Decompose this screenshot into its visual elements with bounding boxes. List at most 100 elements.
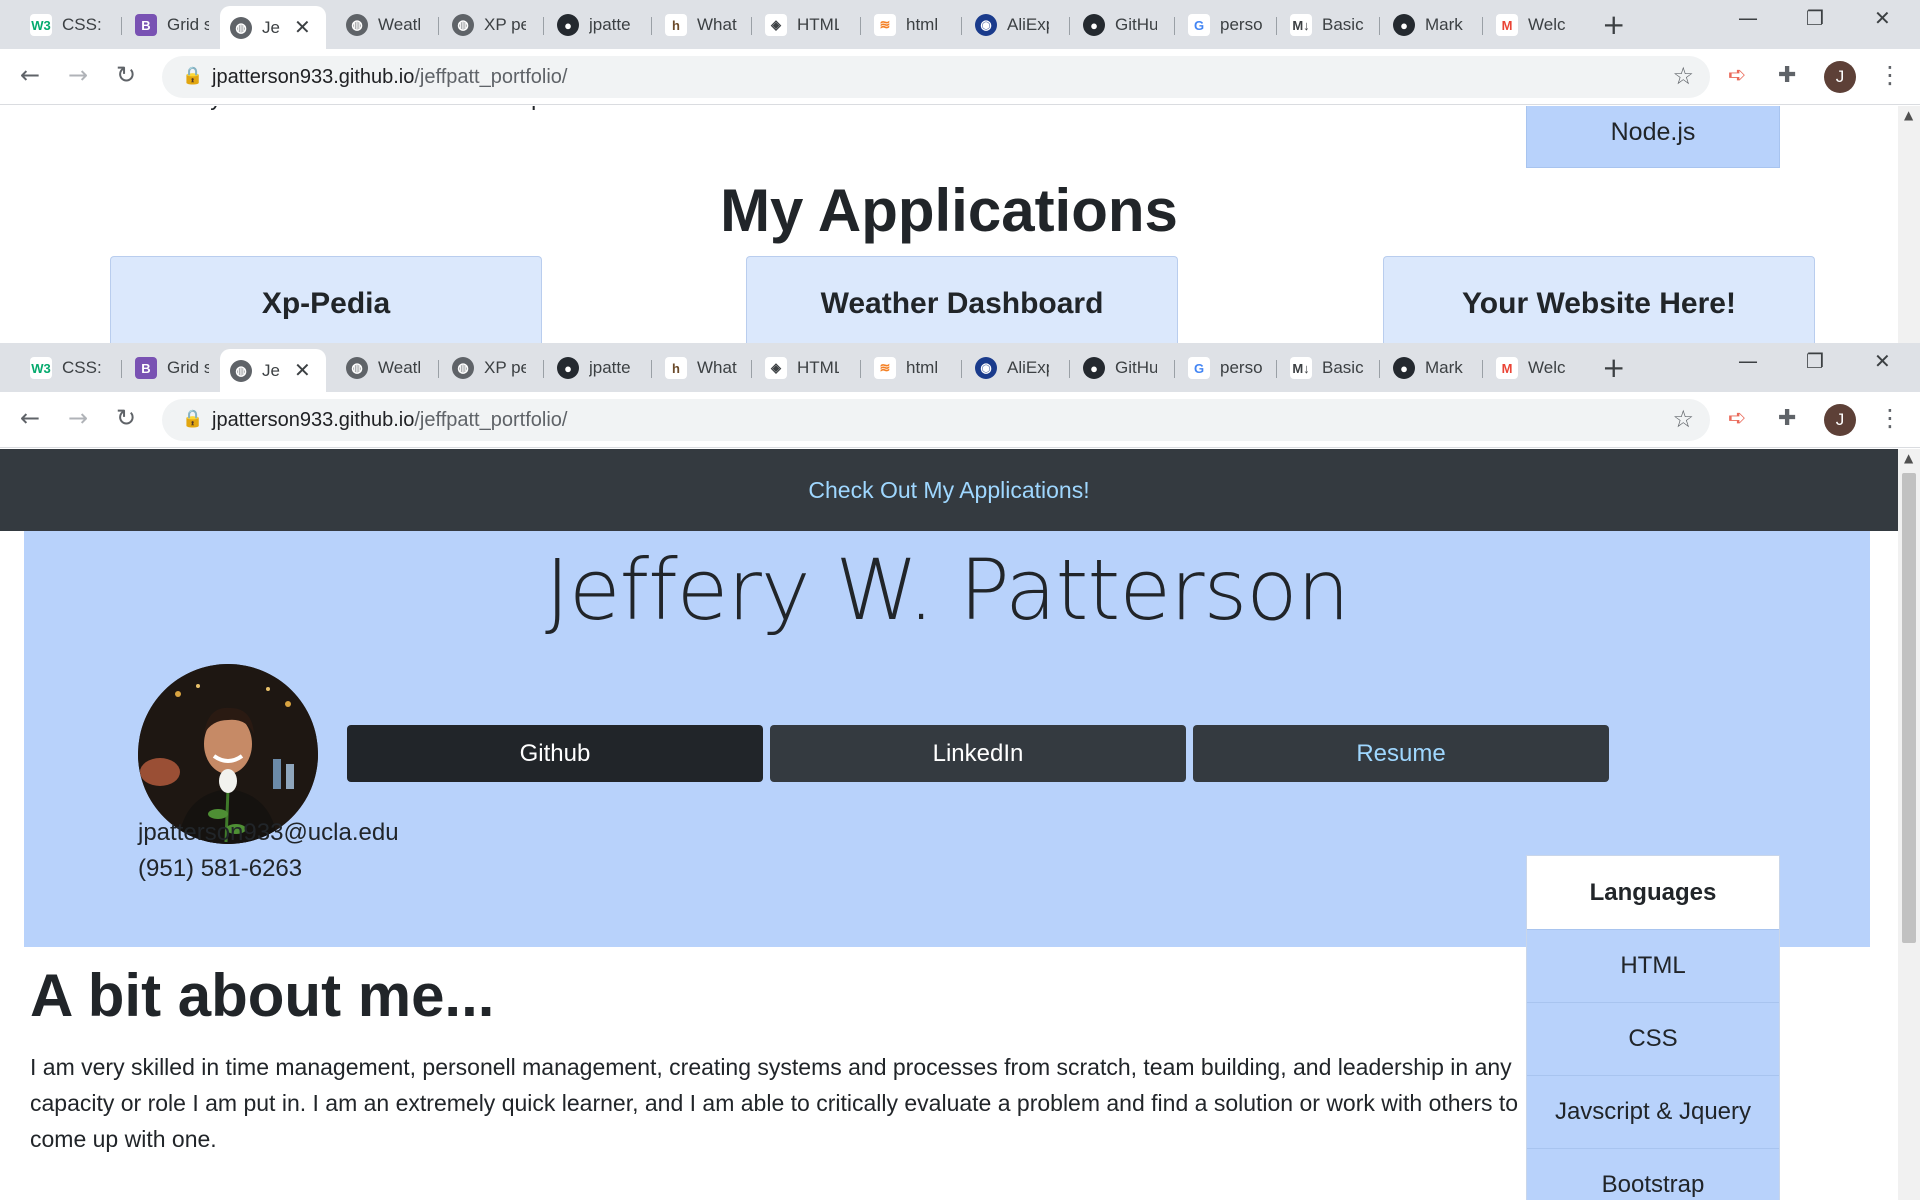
browser-tab[interactable]: ● Mark [1383, 351, 1467, 385]
tab-title: Mark [1425, 15, 1463, 34]
minimize-window-icon[interactable]: — [1738, 6, 1758, 30]
browser-tab[interactable]: ◍ XP pe [442, 8, 526, 42]
browser-tab[interactable]: ◉ AliExp [965, 351, 1049, 385]
browser-tab[interactable]: M Welc [1486, 8, 1570, 42]
new-tab-button[interactable]: + [1602, 8, 1625, 41]
tab-title: Mark [1425, 358, 1463, 377]
scrollbar-thumb[interactable] [1902, 473, 1916, 943]
browser-toolbar: ← → ↻ 🔒 jpatterson933.github.io/jeffpatt… [0, 392, 1920, 448]
browser-tab[interactable]: ◍ Weatl [336, 351, 420, 385]
tab-title: perso [1220, 358, 1262, 377]
scroll-up-arrow-icon[interactable]: ▲ [1904, 451, 1913, 465]
back-button-icon[interactable]: ← [20, 61, 40, 89]
app-card-title: Your Website Here! [1462, 287, 1736, 320]
address-bar[interactable]: 🔒 jpatterson933.github.io/jeffpatt_portf… [162, 399, 1710, 441]
bookmark-star-icon[interactable]: ☆ [1672, 62, 1694, 90]
tab-separator [1174, 360, 1175, 378]
extension-cast-icon[interactable]: ➪ [1728, 406, 1746, 431]
browser-tab[interactable]: W3 CSS: c [20, 8, 104, 42]
browser-tab[interactable]: ≋ html [864, 351, 948, 385]
address-bar[interactable]: 🔒 jpatterson933.github.io/jeffpatt_portf… [162, 56, 1710, 98]
restore-window-icon[interactable]: ❐ [1806, 6, 1824, 30]
app-card-title: Weather Dashboard [820, 287, 1104, 320]
language-item: Bootstrap [1527, 1148, 1779, 1200]
browser-tab[interactable]: ◍ XP pe [442, 351, 526, 385]
tab-title: What [697, 15, 737, 34]
forward-button-icon[interactable]: → [68, 61, 88, 89]
tab-separator [961, 17, 962, 35]
browser-tab[interactable]: B Grid s [125, 351, 209, 385]
tab-title: jpatte [589, 358, 631, 377]
browser-tab[interactable]: M Welc [1486, 351, 1570, 385]
github-button[interactable]: Github [347, 725, 763, 782]
browser-tab[interactable]: ◍ Je ✕ [220, 349, 326, 392]
browser-tab[interactable]: ● GitHu [1073, 8, 1157, 42]
page-scrollbar[interactable]: ▲ [1898, 449, 1920, 1200]
browser-tab[interactable]: ● jpatte [547, 8, 631, 42]
browser-tab[interactable]: M↓ Basic [1280, 8, 1364, 42]
applications-nav-link[interactable]: Check Out My Applications! [808, 477, 1089, 504]
extensions-puzzle-icon[interactable]: ✚ [1778, 406, 1796, 431]
app-card-xp-pedia[interactable]: Xp-Pedia [110, 256, 542, 343]
forward-button-icon[interactable]: → [68, 404, 88, 432]
language-item: CSS [1527, 1002, 1779, 1075]
resume-button[interactable]: Resume [1193, 725, 1609, 782]
extension-cast-icon[interactable]: ➪ [1728, 63, 1746, 88]
globe-icon: ◍ [230, 16, 252, 39]
tab-separator [1379, 17, 1380, 35]
lock-icon: 🔒 [182, 66, 204, 86]
new-tab-button[interactable]: + [1602, 351, 1625, 384]
browser-tab[interactable]: ● jpatte [547, 351, 631, 385]
linkedin-button[interactable]: LinkedIn [770, 725, 1186, 782]
browser-tab[interactable]: ◍ Weatl [336, 8, 420, 42]
close-tab-icon[interactable]: ✕ [294, 358, 311, 383]
browser-tab[interactable]: Gperso [1178, 8, 1262, 42]
close-tab-icon[interactable]: ✕ [294, 15, 311, 40]
browser-tab[interactable]: Gperso [1178, 351, 1262, 385]
scroll-up-arrow-icon[interactable]: ▲ [1904, 108, 1913, 122]
browser-menu-icon[interactable]: ⋮ [1878, 404, 1902, 432]
tab-title: CSS: c [62, 15, 104, 34]
tab-title: jpatte [589, 15, 631, 34]
google-icon: G [1188, 14, 1210, 36]
tab-title: Grid s [167, 15, 209, 34]
back-button-icon[interactable]: ← [20, 404, 40, 432]
profile-avatar[interactable]: J [1824, 404, 1856, 436]
contact-email[interactable]: jpatterson933@ucla.edu [138, 819, 399, 847]
close-window-icon[interactable]: ✕ [1874, 349, 1891, 373]
minimize-window-icon[interactable]: — [1738, 349, 1758, 373]
bookmark-star-icon[interactable]: ☆ [1672, 405, 1694, 433]
profile-avatar[interactable]: J [1824, 61, 1856, 93]
browser-tab[interactable]: ◈ HTML [755, 351, 839, 385]
tab-separator [860, 360, 861, 378]
page-scrollbar[interactable]: ▲ [1898, 106, 1920, 343]
browser-tab[interactable]: h What [655, 8, 739, 42]
github-icon: ● [1393, 357, 1415, 379]
tab-separator [438, 360, 439, 378]
restore-window-icon[interactable]: ❐ [1806, 349, 1824, 373]
close-window-icon[interactable]: ✕ [1874, 6, 1891, 30]
browser-tab[interactable]: ≋ html [864, 8, 948, 42]
reload-button-icon[interactable]: ↻ [116, 404, 136, 432]
app-card-weather-dashboard[interactable]: Weather Dashboard [746, 256, 1178, 343]
tab-separator [121, 360, 122, 378]
browser-menu-icon[interactable]: ⋮ [1878, 61, 1902, 89]
app-card-your-website[interactable]: Your Website Here! [1383, 256, 1815, 343]
browser-tab[interactable]: ◈ HTML [755, 8, 839, 42]
tab-title: XP pe [484, 15, 526, 34]
browser-tab[interactable]: ◍ Je ✕ [220, 6, 326, 49]
browser-tab[interactable]: ● GitHu [1073, 351, 1157, 385]
browser-tab[interactable]: ● Mark [1383, 8, 1467, 42]
browser-tab[interactable]: ◉ AliExp [965, 8, 1049, 42]
tab-strip: W3CSS: cBGrid s◍Je✕◍Weatl◍XP pe●jpattehW… [0, 343, 1920, 392]
page-viewport-main: Check Out My Applications! Jeffery W. Pa… [0, 449, 1898, 1200]
github-icon: ● [1083, 357, 1105, 379]
browser-tab[interactable]: h What [655, 351, 739, 385]
browser-tab[interactable]: M↓ Basic [1280, 351, 1364, 385]
extensions-puzzle-icon[interactable]: ✚ [1778, 63, 1796, 88]
reload-button-icon[interactable]: ↻ [116, 61, 136, 89]
aliexpress-icon: ◉ [975, 14, 997, 36]
browser-tab[interactable]: W3 CSS: c [20, 351, 104, 385]
tab-title: XP pe [484, 358, 526, 377]
browser-tab[interactable]: B Grid s [125, 8, 209, 42]
